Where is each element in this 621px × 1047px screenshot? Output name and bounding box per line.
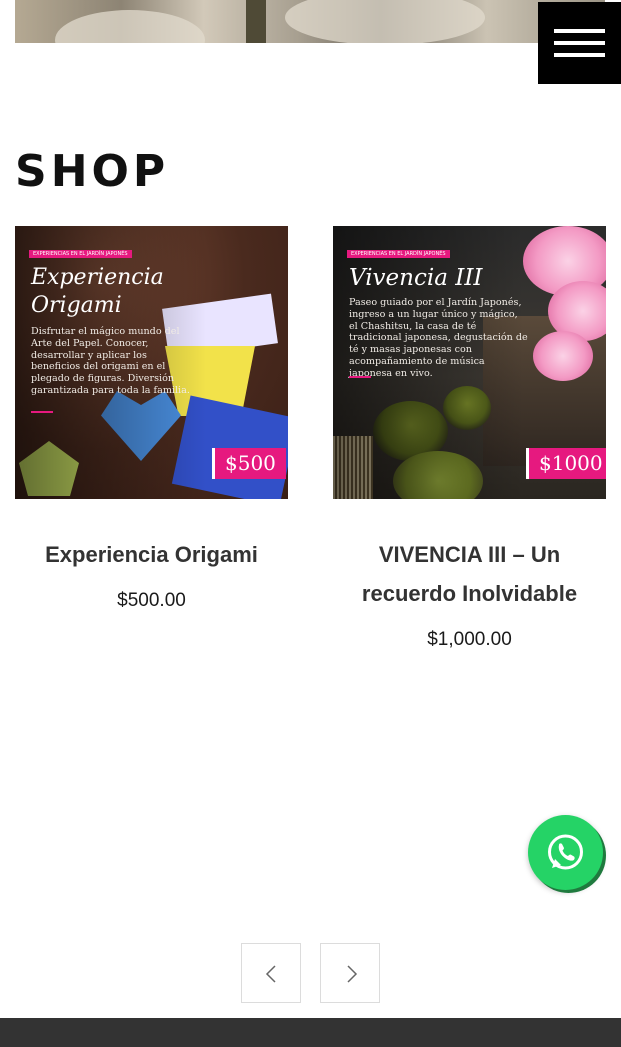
image-title: Experiencia Origami bbox=[31, 265, 164, 318]
image-tag: EXPERIENCIAS EN EL JARDÍN JAPONÉS bbox=[29, 250, 132, 258]
image-description: Disfrutar el mágico mundo del Arte del P… bbox=[31, 326, 190, 396]
previous-page-button[interactable] bbox=[241, 943, 301, 1003]
product-card: EXPERIENCIAS EN EL JARDÍN JAPONÉS Experi… bbox=[15, 226, 288, 612]
product-card: EXPERIENCIAS EN EL JARDÍN JAPONÉS Vivenc… bbox=[333, 226, 606, 651]
chevron-right-icon bbox=[347, 965, 358, 983]
whatsapp-icon bbox=[548, 834, 583, 870]
next-page-button[interactable] bbox=[320, 943, 380, 1003]
product-image[interactable]: EXPERIENCIAS EN EL JARDÍN JAPONÉS Experi… bbox=[15, 226, 288, 499]
image-description: Paseo guiado por el Jardín Japonés, ingr… bbox=[349, 297, 528, 379]
menu-button[interactable] bbox=[538, 2, 621, 84]
product-name-link[interactable]: Experiencia Origami bbox=[15, 535, 288, 574]
image-title: Vivencia III bbox=[349, 265, 483, 291]
product-image[interactable]: EXPERIENCIAS EN EL JARDÍN JAPONÉS Vivenc… bbox=[333, 226, 606, 499]
image-tag: EXPERIENCIAS EN EL JARDÍN JAPONÉS bbox=[347, 250, 450, 258]
footer-bar bbox=[0, 1018, 621, 1047]
whatsapp-button[interactable] bbox=[528, 815, 603, 890]
section-title: SHOP bbox=[15, 146, 170, 197]
product-price: $1,000.00 bbox=[427, 629, 512, 650]
hero-image bbox=[15, 0, 605, 43]
product-name-link[interactable]: VIVENCIA III – Un recuerdo Inolvidable bbox=[333, 535, 606, 613]
image-price-tag: $1000 bbox=[526, 448, 606, 479]
image-price-tag: $500 bbox=[212, 448, 286, 479]
product-price: $500.00 bbox=[117, 590, 186, 611]
chevron-left-icon bbox=[265, 965, 276, 983]
